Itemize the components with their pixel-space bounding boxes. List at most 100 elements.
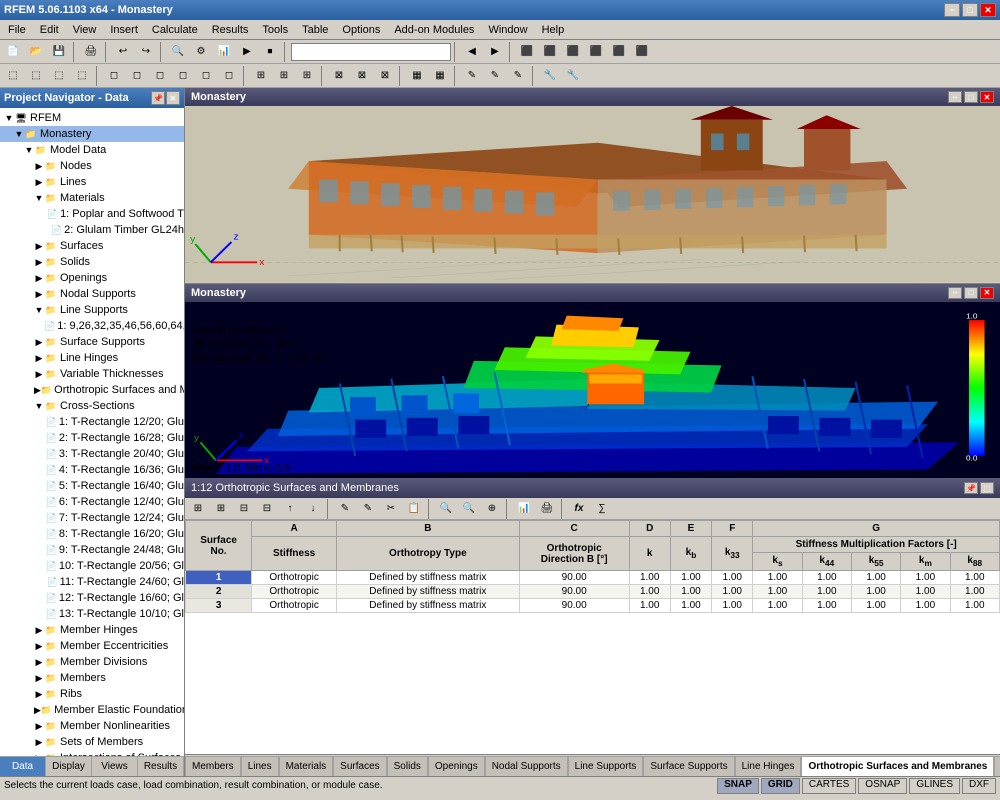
menu-window[interactable]: Window (482, 22, 533, 38)
minimize-button[interactable]: − (944, 3, 960, 17)
maximize-button[interactable]: □ (962, 3, 978, 17)
tb3-b12[interactable]: ⊞ (273, 66, 295, 86)
table-row-0[interactable]: 1 Orthotropic Defined by stiffness matri… (186, 571, 1000, 585)
tree-item-11[interactable]: ▶📁Nodal Supports (0, 286, 184, 302)
tree-item-1[interactable]: ▼📁Monastery (0, 126, 184, 142)
tree-item-5[interactable]: ▼📁Materials (0, 190, 184, 206)
tab-3[interactable]: Surfaces (333, 756, 386, 776)
tb3-b16[interactable]: ⊠ (374, 66, 396, 86)
tree-item-28[interactable]: 📄10: T-Rectangle 20/56; Gl (0, 558, 184, 574)
menu-help[interactable]: Help (536, 22, 571, 38)
tree-item-17[interactable]: ▶📁Orthotropic Surfaces and Me (0, 382, 184, 398)
tb3-b14[interactable]: ⊠ (328, 66, 350, 86)
tb1-btn1[interactable]: 🔍 (167, 42, 189, 62)
tree-item-33[interactable]: ▶📁Member Eccentricities (0, 638, 184, 654)
dt-b6[interactable]: ↓ (302, 499, 324, 519)
close-button[interactable]: ✕ (980, 3, 996, 17)
menu-tools[interactable]: Tools (256, 22, 294, 38)
tree-item-25[interactable]: 📄7: T-Rectangle 12/24; Glu (0, 510, 184, 526)
tb3-b17[interactable]: ▦ (406, 66, 428, 86)
tb3-b5[interactable]: ◻ (103, 66, 125, 86)
tree-item-30[interactable]: 📄12: T-Rectangle 16/60; Gl (0, 590, 184, 606)
tree-item-0[interactable]: ▼🖥RFEM (0, 110, 184, 126)
tb1-btn3[interactable]: 📊 (213, 42, 235, 62)
dt-b3[interactable]: ⊟ (233, 499, 255, 519)
tree-item-3[interactable]: ▶📁Nodes (0, 158, 184, 174)
tb2-b6[interactable]: ⬛ (631, 42, 653, 62)
tb3-b18[interactable]: ▦ (429, 66, 451, 86)
data-panel-float[interactable]: ⬚ (980, 482, 994, 494)
tab-7[interactable]: Line Supports (568, 756, 644, 776)
tree-item-29[interactable]: 📄11: T-Rectangle 24/60; Gl (0, 574, 184, 590)
tb3-b6[interactable]: ◻ (126, 66, 148, 86)
tb2-b2[interactable]: ⬛ (539, 42, 561, 62)
viewport-top[interactable]: Monastery − □ ✕ (185, 88, 1000, 283)
dt-b12[interactable]: 🔍 (458, 499, 480, 519)
tree-item-27[interactable]: 📄9: T-Rectangle 24/48; Glu (0, 542, 184, 558)
redo-button[interactable]: ↪ (135, 42, 157, 62)
dt-print[interactable]: 🖨 (536, 499, 558, 519)
tree-item-34[interactable]: ▶📁Member Divisions (0, 654, 184, 670)
tree-item-31[interactable]: 📄13: T-Rectangle 10/10; Gl (0, 606, 184, 622)
menu-options[interactable]: Options (336, 22, 386, 38)
data-panel-pin[interactable]: 📌 (964, 482, 978, 494)
tb2-b3[interactable]: ⬛ (562, 42, 584, 62)
menu-edit[interactable]: Edit (34, 22, 65, 38)
tree-item-16[interactable]: ▶📁Variable Thicknesses (0, 366, 184, 382)
print-button[interactable]: 🖨 (80, 42, 102, 62)
menu-addon[interactable]: Add-on Modules (388, 22, 480, 38)
save-button[interactable]: 💾 (48, 42, 70, 62)
tb3-b9[interactable]: ◻ (195, 66, 217, 86)
status-btn-osnap[interactable]: OSNAP (858, 778, 907, 794)
panel-pin-button[interactable]: 📌 (151, 91, 165, 105)
menu-results[interactable]: Results (206, 22, 255, 38)
dt-fx[interactable]: fx (568, 499, 590, 519)
dt-b1[interactable]: ⊞ (187, 499, 209, 519)
menu-view[interactable]: View (67, 22, 103, 38)
dt-b11[interactable]: 🔍 (435, 499, 457, 519)
case-combo[interactable]: RF-DYNAM CA1 - dir x (291, 43, 451, 61)
tree-item-21[interactable]: 📄3: T-Rectangle 20/40; Glu (0, 446, 184, 462)
tb3-b3[interactable]: ⬚ (48, 66, 70, 86)
tab-1[interactable]: Lines (241, 756, 279, 776)
vp-top-min[interactable]: − (948, 91, 962, 103)
vp-top-close[interactable]: ✕ (980, 91, 994, 103)
tree-item-19[interactable]: 📄1: T-Rectangle 12/20; Glu (0, 414, 184, 430)
vp-bottom-max[interactable]: □ (964, 287, 978, 299)
tb1-btn5[interactable]: ⏹ (259, 42, 281, 62)
tree-item-9[interactable]: ▶📁Solids (0, 254, 184, 270)
tree-item-36[interactable]: ▶📁Ribs (0, 686, 184, 702)
status-btn-glines[interactable]: GLINES (909, 778, 960, 794)
tab-5[interactable]: Openings (428, 756, 485, 776)
table-row-1[interactable]: 2 Orthotropic Defined by stiffness matri… (186, 585, 1000, 599)
tb2-b5[interactable]: ⬛ (608, 42, 630, 62)
tb2-b4[interactable]: ⬛ (585, 42, 607, 62)
tree-item-14[interactable]: ▶📁Surface Supports (0, 334, 184, 350)
open-button[interactable]: 📂 (25, 42, 47, 62)
tree-item-23[interactable]: 📄5: T-Rectangle 16/40; Glu (0, 478, 184, 494)
tree-item-37[interactable]: ▶📁Member Elastic Foundations (0, 702, 184, 718)
tab-11[interactable]: Cross-Sections (994, 756, 1000, 776)
tree-item-22[interactable]: 📄4: T-Rectangle 16/36; Glu (0, 462, 184, 478)
nav-next[interactable]: ▶ (484, 42, 506, 62)
status-btn-grid[interactable]: GRID (761, 778, 800, 794)
tb3-b23[interactable]: 🔧 (562, 66, 584, 86)
lp-tab-views[interactable]: Views (92, 757, 138, 776)
tab-4[interactable]: Solids (387, 756, 428, 776)
tb3-b21[interactable]: ✎ (507, 66, 529, 86)
dt-b10[interactable]: 📋 (403, 499, 425, 519)
tb3-b22[interactable]: 🔧 (539, 66, 561, 86)
panel-close-button[interactable]: ✕ (166, 91, 180, 105)
menu-insert[interactable]: Insert (104, 22, 144, 38)
tree-item-10[interactable]: ▶📁Openings (0, 270, 184, 286)
menu-table[interactable]: Table (296, 22, 334, 38)
tree-item-38[interactable]: ▶📁Member Nonlinearities (0, 718, 184, 734)
table-row-2[interactable]: 3 Orthotropic Defined by stiffness matri… (186, 599, 1000, 613)
tb3-b19[interactable]: ✎ (461, 66, 483, 86)
tab-0[interactable]: Members (185, 756, 241, 776)
tree-item-18[interactable]: ▼📁Cross-Sections (0, 398, 184, 414)
vp-bottom-close[interactable]: ✕ (980, 287, 994, 299)
tab-10[interactable]: Orthotropic Surfaces and Membranes (801, 756, 994, 776)
tree-item-24[interactable]: 📄6: T-Rectangle 12/40; Glu (0, 494, 184, 510)
tb3-b10[interactable]: ◻ (218, 66, 240, 86)
